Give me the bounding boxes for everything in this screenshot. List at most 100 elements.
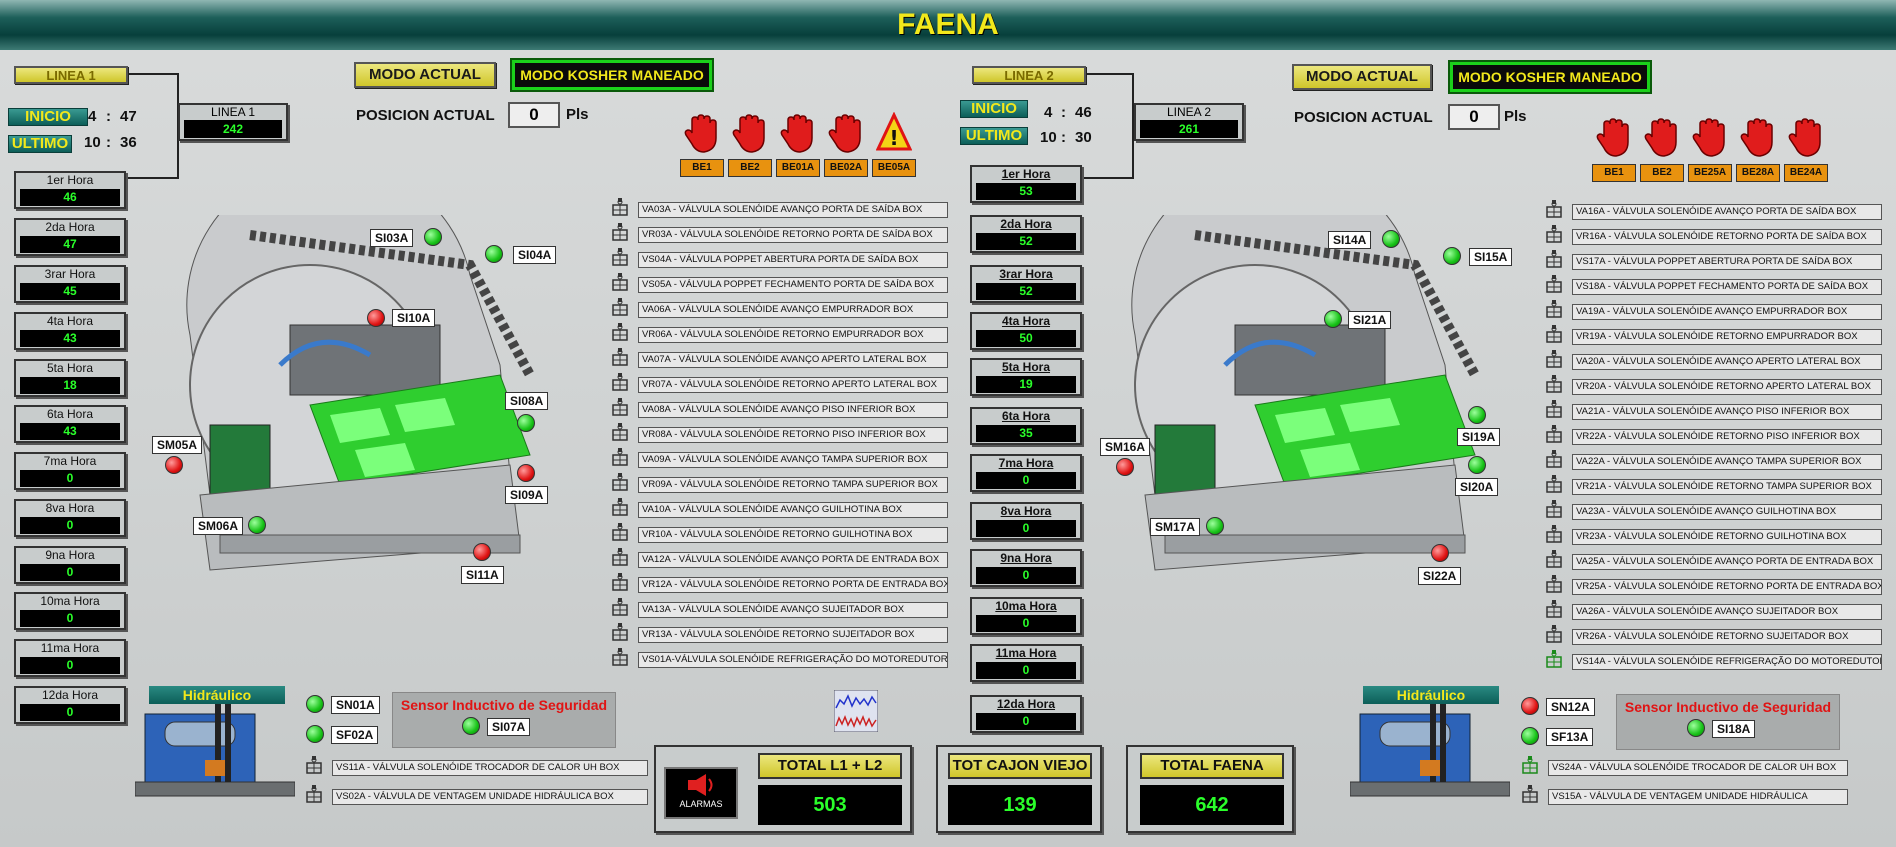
line2-hydro-valve-row[interactable]: VS15A - VÁLVULA DE VENTAGEM UNIDADE HIDR… <box>1520 785 1850 805</box>
line2-valve-row[interactable]: VR20A - VÁLVULA SOLENÓIDE RETORNO APERTO… <box>1544 375 1884 395</box>
total-cajon-panel: TOT CAJON VIEJO 139 <box>936 745 1102 833</box>
line2-hydro-title: Hidráulico <box>1363 686 1499 704</box>
line2-hour-label: 10ma Hora <box>995 599 1057 613</box>
line1-valve-row[interactable]: VA12A - VÁLVULA SOLENÓIDE AVANÇO PORTA D… <box>610 548 950 568</box>
line1-hydro-valve-row[interactable]: VS11A - VÁLVULA SOLENÓIDE TROCADOR DE CA… <box>304 756 650 776</box>
line2-be-button[interactable]: BE1 <box>1592 164 1636 182</box>
line1-safety-tag: SI07A <box>487 718 531 736</box>
line2-hour-label: 7ma Hora <box>998 456 1054 470</box>
line1-valve-label: VR03A - VÁLVULA SOLENÓIDE RETORNO PORTA … <box>638 227 948 243</box>
line1-hydro-valve-row[interactable]: VS02A - VÁLVULA DE VENTAGEM UNIDADE HIDR… <box>304 785 650 805</box>
line2-hour-counter: 10ma Hora 0 <box>970 597 1082 635</box>
line2-mode-value[interactable]: MODO KOSHER MANEADO <box>1448 60 1652 94</box>
line1-valve-row[interactable]: VR13A - VÁLVULA SOLENÓIDE RETORNO SUJEIT… <box>610 623 950 643</box>
line2-be-button[interactable]: BE25A <box>1688 164 1732 182</box>
line2-be-button[interactable]: BE2 <box>1640 164 1684 182</box>
valve-icon <box>610 323 630 343</box>
line1-be-button[interactable]: BE2 <box>728 159 772 177</box>
line2-valve-row[interactable]: VR23A - VÁLVULA SOLENÓIDE RETORNO GUILHO… <box>1544 525 1884 545</box>
line1-valve-row[interactable]: VA08A - VÁLVULA SOLENÓIDE AVANÇO PISO IN… <box>610 398 950 418</box>
line2-hour-counter: 2da Hora 52 <box>970 215 1082 253</box>
sensor-si03a: SI03A <box>370 229 414 247</box>
alarms-button[interactable]: ALARMAS <box>664 767 738 819</box>
line1-be-button[interactable]: BE1 <box>680 159 724 177</box>
line2-hour-counter: 1er Hora 53 <box>970 165 1082 203</box>
line1-hour-label: 12da Hora <box>41 688 99 702</box>
line2-valve-label: VA16A - VÁLVULA SOLENÓIDE AVANÇO PORTA D… <box>1572 204 1882 220</box>
line1-valve-label: VA10A - VÁLVULA SOLENÓIDE AVANÇO GUILHOT… <box>638 502 948 518</box>
line2-be-button[interactable]: BE28A <box>1736 164 1780 182</box>
stop-hand-icon <box>1596 116 1632 158</box>
line2-valve-row[interactable]: VA22A - VÁLVULA SOLENÓIDE AVANÇO TAMPA S… <box>1544 450 1884 470</box>
line1-valve-row[interactable]: VA06A - VÁLVULA SOLENÓIDE AVANÇO EMPURRA… <box>610 298 950 318</box>
line2-be-button[interactable]: BE24A <box>1784 164 1828 182</box>
line1-be-button[interactable]: BE02A <box>824 159 868 177</box>
line1-valve-row[interactable]: VR03A - VÁLVULA SOLENÓIDE RETORNO PORTA … <box>610 223 950 243</box>
time-colon: : <box>1061 129 1066 146</box>
line2-valve-row[interactable]: VS14A - VÁLVULA SOLENÓIDE REFRIGERAÇÃO D… <box>1544 650 1884 670</box>
line2-sn-led <box>1521 697 1539 715</box>
sensor-si15a-led <box>1443 247 1461 265</box>
sensor-si20a: SI20A <box>1455 478 1499 496</box>
line2-hour-value: 0 <box>976 472 1076 489</box>
line2-valve-row[interactable]: VS18A - VÁLVULA POPPET FECHAMENTO PORTA … <box>1544 275 1884 295</box>
line1-valve-row[interactable]: VR08A - VÁLVULA SOLENÓIDE RETORNO PISO I… <box>610 423 950 443</box>
line2-mode-label: MODO ACTUAL <box>1292 64 1432 90</box>
stop-hand-icon <box>1740 116 1776 158</box>
line2-valve-label: VA21A - VÁLVULA SOLENÓIDE AVANÇO PISO IN… <box>1572 404 1882 420</box>
line2-valve-row[interactable]: VA16A - VÁLVULA SOLENÓIDE AVANÇO PORTA D… <box>1544 200 1884 220</box>
line1-valve-row[interactable]: VA03A - VÁLVULA SOLENÓIDE AVANÇO PORTA D… <box>610 198 950 218</box>
valve-icon <box>1544 375 1564 395</box>
line1-valve-row[interactable]: VR10A - VÁLVULA SOLENÓIDE RETORNO GUILHO… <box>610 523 950 543</box>
line2-valve-row[interactable]: VR25A - VÁLVULA SOLENÓIDE RETORNO PORTA … <box>1544 575 1884 595</box>
line1-valve-row[interactable]: VR06A - VÁLVULA SOLENÓIDE RETORNO EMPURR… <box>610 323 950 343</box>
line2-valve-row[interactable]: VR21A - VÁLVULA SOLENÓIDE RETORNO TAMPA … <box>1544 475 1884 495</box>
line1-ultimo-minutes: 36 <box>120 134 137 151</box>
trend-chart-icon[interactable] <box>834 690 878 732</box>
line1-hour-value: 43 <box>20 423 120 440</box>
line2-valve-label: VR19A - VÁLVULA SOLENÓIDE RETORNO EMPURR… <box>1572 329 1882 345</box>
line2-valve-row[interactable]: VA19A - VÁLVULA SOLENÓIDE AVANÇO EMPURRA… <box>1544 300 1884 320</box>
line2-hour-label: 3rar Hora <box>999 267 1053 281</box>
line1-valve-row[interactable]: VS01A-VÁLVULA SOLENÓIDE REFRIGERAÇÃO DO … <box>610 648 950 668</box>
line1-valve-row[interactable]: VA13A - VÁLVULA SOLENÓIDE AVANÇO SUJEITA… <box>610 598 950 618</box>
line2-valve-row[interactable]: VA21A - VÁLVULA SOLENÓIDE AVANÇO PISO IN… <box>1544 400 1884 420</box>
line1-hour-value: 0 <box>20 564 120 581</box>
line1-valve-row[interactable]: VR07A - VÁLVULA SOLENÓIDE RETORNO APERTO… <box>610 373 950 393</box>
line1-be-button[interactable]: BE05A <box>872 159 916 177</box>
line2-valve-row[interactable]: VR19A - VÁLVULA SOLENÓIDE RETORNO EMPURR… <box>1544 325 1884 345</box>
line2-valve-row[interactable]: VA26A - VÁLVULA SOLENÓIDE AVANÇO SUJEITA… <box>1544 600 1884 620</box>
line1-valve-row[interactable]: VR12A - VÁLVULA SOLENÓIDE RETORNO PORTA … <box>610 573 950 593</box>
line1-valve-row[interactable]: VS04A - VÁLVULA POPPET ABERTURA PORTA DE… <box>610 248 950 268</box>
line1-valve-row[interactable]: VA10A - VÁLVULA SOLENÓIDE AVANÇO GUILHOT… <box>610 498 950 518</box>
total-faena-value: 642 <box>1140 785 1284 825</box>
line2-valve-row[interactable]: VA25A - VÁLVULA SOLENÓIDE AVANÇO PORTA D… <box>1544 550 1884 570</box>
valve-icon <box>610 498 630 518</box>
stop-hand-icon <box>732 112 768 154</box>
line1-inicio-label: INICIO <box>8 108 88 126</box>
line2-valve-row[interactable]: VR26A - VÁLVULA SOLENÓIDE RETORNO SUJEIT… <box>1544 625 1884 645</box>
valve-icon <box>1544 600 1564 620</box>
sensor-sm05a-led <box>165 456 183 474</box>
line1-valve-row[interactable]: VR09A - VÁLVULA SOLENÓIDE RETORNO TAMPA … <box>610 473 950 493</box>
line1-hour-label: 4ta Hora <box>46 314 94 328</box>
line1-mode-value[interactable]: MODO KOSHER MANEADO <box>510 58 714 92</box>
line2-valve-row[interactable]: VA23A - VÁLVULA SOLENÓIDE AVANÇO GUILHOT… <box>1544 500 1884 520</box>
line1-valve-row[interactable]: VS05A - VÁLVULA POPPET FECHAMENTO PORTA … <box>610 273 950 293</box>
line2-hour-value: 0 <box>976 615 1076 632</box>
line2-valve-label: VR26A - VÁLVULA SOLENÓIDE RETORNO SUJEIT… <box>1572 629 1882 645</box>
alarms-label: ALARMAS <box>679 799 723 809</box>
line2-hour-counter: 3rar Hora 52 <box>970 265 1082 303</box>
line2-valve-row[interactable]: VR22A - VÁLVULA SOLENÓIDE RETORNO PISO I… <box>1544 425 1884 445</box>
line2-valve-row[interactable]: VA20A - VÁLVULA SOLENÓIDE AVANÇO APERTO … <box>1544 350 1884 370</box>
line2-valve-row[interactable]: VR16A - VÁLVULA SOLENÓIDE RETORNO PORTA … <box>1544 225 1884 245</box>
line1-valve-row[interactable]: VA09A - VÁLVULA SOLENÓIDE AVANÇO TAMPA S… <box>610 448 950 468</box>
line2-hydro-valve-row[interactable]: VS24A - VÁLVULA SOLENÓIDE TROCADOR DE CA… <box>1520 756 1850 776</box>
line2-valve-row[interactable]: VS17A - VÁLVULA POPPET ABERTURA PORTA DE… <box>1544 250 1884 270</box>
sensor-si15a: SI15A <box>1469 248 1513 266</box>
line1-be-button[interactable]: BE01A <box>776 159 820 177</box>
sensor-sm16a: SM16A <box>1100 438 1151 456</box>
line1-valve-row[interactable]: VA07A - VÁLVULA SOLENÓIDE AVANÇO APERTO … <box>610 348 950 368</box>
sensor-si19a: SI19A <box>1457 428 1501 446</box>
sensor-si04a-led <box>485 245 503 263</box>
